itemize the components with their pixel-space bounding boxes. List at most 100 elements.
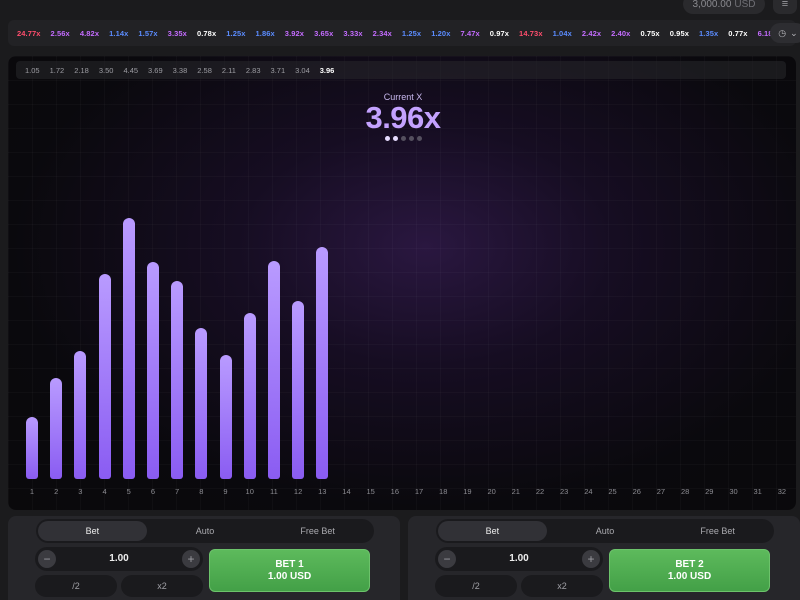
- x-tick-label: 24: [584, 487, 593, 496]
- x-tick-label: 13: [318, 487, 327, 496]
- bet-mode-tabs: Bet Auto Free Bet: [36, 519, 374, 543]
- increase-button[interactable]: +: [582, 550, 600, 568]
- multiplier-bar: [195, 327, 208, 479]
- x-tick-label: 10: [245, 487, 254, 496]
- history-multiplier[interactable]: 4.82x: [80, 29, 99, 38]
- bet-amount-stepper: − 1.00 +: [35, 547, 203, 571]
- x-tick-label: 27: [656, 487, 666, 496]
- clock-history-icon: ◷: [778, 27, 787, 38]
- multiplier-bar: [74, 351, 87, 479]
- x-tick-label: 12: [293, 487, 303, 496]
- x-tick-label: 3: [78, 487, 83, 496]
- x-tick-label: 2: [54, 487, 59, 496]
- history-multiplier[interactable]: 2.34x: [373, 29, 392, 38]
- history-multiplier[interactable]: 1.25x: [226, 29, 245, 38]
- x-tick-label: 31: [753, 487, 762, 496]
- bet-button-amount: 1.00 USD: [267, 570, 312, 582]
- tab-bet[interactable]: Bet: [38, 521, 147, 541]
- bet-amount-input[interactable]: 1.00: [55, 547, 183, 571]
- bet-button-title: BET 2: [675, 558, 704, 570]
- bet-amount-input[interactable]: 1.00: [455, 547, 583, 571]
- history-multiplier[interactable]: 7.47x: [460, 29, 479, 38]
- multiplier-bar: [50, 378, 63, 479]
- history-multiplier[interactable]: 3.33x: [343, 29, 362, 38]
- x-tick-label: 15: [366, 487, 375, 496]
- x-tick-label: 17: [414, 487, 424, 496]
- x-tick-label: 23: [560, 487, 569, 496]
- multiplier-bar: [267, 261, 280, 479]
- multiplier-bar: [26, 417, 38, 479]
- x-tick-label: 32: [777, 487, 787, 496]
- balance-display: 3,000.00 USD: [683, 0, 765, 14]
- tab-auto[interactable]: Auto: [151, 521, 260, 541]
- history-multiplier[interactable]: 1.35x: [699, 29, 718, 38]
- increase-button[interactable]: +: [182, 550, 200, 568]
- multiplier-bar: [316, 246, 329, 479]
- multiplier-bar: [171, 280, 184, 479]
- history-multiplier[interactable]: 1.20x: [431, 29, 450, 38]
- chevron-down-icon: ⌄: [790, 27, 798, 38]
- bet-panel-2: Bet Auto Free Bet − 1.00 + /2 x2 BET 2 1…: [408, 516, 800, 600]
- double-bet-button[interactable]: x2: [521, 575, 603, 597]
- history-multiplier[interactable]: 14.73x: [519, 29, 543, 38]
- history-multiplier[interactable]: 0.95x: [670, 29, 689, 38]
- x-tick-label: 28: [680, 487, 690, 496]
- tab-bet[interactable]: Bet: [438, 521, 547, 541]
- multiplier-bar: [243, 312, 256, 479]
- bet-panel-1: Bet Auto Free Bet − 1.00 + /2 x2 BET 1 1…: [8, 516, 400, 600]
- history-multiplier[interactable]: 1.57x: [138, 29, 157, 38]
- tab-free-bet[interactable]: Free Bet: [663, 521, 772, 541]
- history-multiplier[interactable]: 0.77x: [728, 29, 747, 38]
- hamburger-icon: ≡: [781, 0, 789, 10]
- double-bet-button[interactable]: x2: [121, 575, 203, 597]
- multiplier-bar: [219, 355, 232, 479]
- x-tick-label: 21: [511, 487, 520, 496]
- half-bet-button[interactable]: /2: [35, 575, 117, 597]
- history-multiplier[interactable]: 1.25x: [402, 29, 421, 38]
- x-tick-label: 22: [535, 487, 545, 496]
- history-multiplier[interactable]: 0.97x: [490, 29, 509, 38]
- history-multiplier[interactable]: 2.40x: [611, 29, 630, 38]
- x-tick-label: 5: [126, 487, 131, 496]
- place-bet-button-2[interactable]: BET 2 1.00 USD: [609, 549, 770, 592]
- x-tick-label: 14: [342, 487, 351, 496]
- multiplier-bar: [98, 273, 111, 479]
- tab-free-bet[interactable]: Free Bet: [263, 521, 372, 541]
- decrease-button[interactable]: −: [438, 550, 456, 568]
- history-multiplier[interactable]: 3.35x: [168, 29, 187, 38]
- round-history-list: 24.77x 2.56x 4.82x 1.14x 1.57x 3.35x 0.78x 1.25…: [17, 20, 800, 46]
- x-tick-label: 29: [705, 487, 714, 496]
- top-bar: 3,000.00 USD ≡: [0, 0, 800, 18]
- x-tick-label: 26: [632, 487, 641, 496]
- multiplier-bar: [122, 217, 135, 479]
- history-multiplier[interactable]: 2.42x: [582, 29, 601, 38]
- bet-amount-stepper: − 1.00 +: [435, 547, 603, 571]
- history-multiplier[interactable]: 1.04x: [553, 29, 572, 38]
- x-tick-label: 7: [175, 487, 180, 496]
- history-multiplier[interactable]: 3.92x: [285, 29, 304, 38]
- x-tick-label: 25: [608, 487, 617, 496]
- history-multiplier[interactable]: 1.86x: [256, 29, 275, 38]
- x-tick-label: 4: [102, 487, 107, 496]
- multiplier-bar-chart: 1 2 3 4 5 6 7 8 9 10 11 12 13 14 15 16 17 18 19 20 21 22 23 24 2…: [8, 56, 796, 510]
- x-tick-label: 6: [150, 487, 156, 496]
- history-multiplier[interactable]: 0.75x: [640, 29, 659, 38]
- x-tick-label: 11: [269, 487, 278, 496]
- menu-button[interactable]: ≡: [773, 0, 797, 14]
- balance-amount: 3,000.00: [692, 0, 732, 10]
- tab-auto[interactable]: Auto: [551, 521, 660, 541]
- bet-mode-tabs: Bet Auto Free Bet: [436, 519, 774, 543]
- x-tick-label: 30: [729, 487, 738, 496]
- half-bet-button[interactable]: /2: [435, 575, 517, 597]
- history-multiplier[interactable]: 24.77x: [17, 29, 41, 38]
- balance-currency: USD: [734, 0, 756, 10]
- history-multiplier[interactable]: 3.65x: [314, 29, 333, 38]
- history-multiplier[interactable]: 1.14x: [109, 29, 128, 38]
- decrease-button[interactable]: −: [38, 550, 56, 568]
- game-area: 1.05 1.72 2.18 3.50 4.45 3.69 3.38 2.58 2.11 2.83…: [8, 56, 796, 510]
- history-toggle-button[interactable]: ◷ ⌄: [770, 23, 800, 43]
- history-multiplier[interactable]: 2.56x: [51, 29, 70, 38]
- place-bet-button-1[interactable]: BET 1 1.00 USD: [209, 549, 370, 592]
- x-tick-label: 1: [29, 487, 35, 496]
- history-multiplier[interactable]: 0.78x: [197, 29, 216, 38]
